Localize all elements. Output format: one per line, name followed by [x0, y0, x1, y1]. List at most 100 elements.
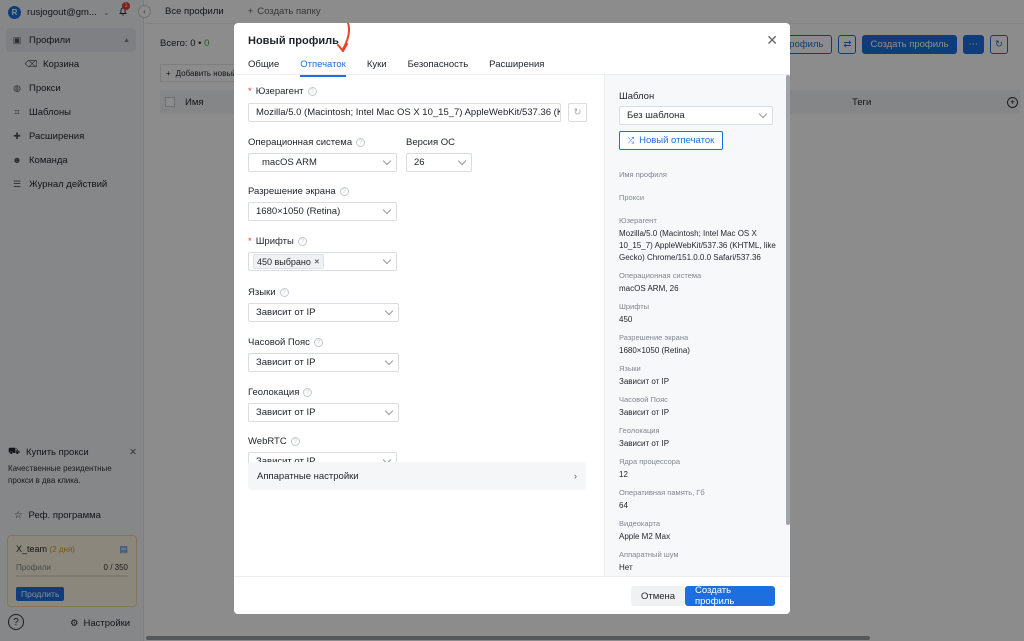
geolocation-label-text: Геолокация: [248, 387, 300, 398]
chevron-down-icon: [382, 205, 392, 215]
os-version-select[interactable]: 26: [406, 153, 472, 172]
summary-value: 64: [619, 501, 628, 510]
profile-summary-panel: Шаблон Без шаблона ⤮ Новый отпечаток Имя…: [604, 75, 790, 614]
chevron-down-icon: [758, 109, 768, 119]
fonts-label: * Шрифты?: [248, 236, 588, 247]
webrtc-label: WebRTC?: [248, 436, 588, 447]
summary-value: 1680×1050 (Retina): [619, 346, 690, 355]
modal-footer: Отмена Создать профиль: [234, 576, 790, 614]
os-value: macOS ARM: [262, 157, 317, 168]
summary-key: Разрешение экрана: [619, 333, 689, 342]
languages-label-text: Языки: [248, 287, 276, 298]
summary-value: Зависит от IP: [619, 377, 670, 386]
help-icon[interactable]: ?: [297, 237, 307, 246]
geolocation-value: Зависит от IP: [256, 407, 316, 418]
timezone-select[interactable]: Зависит от IP: [248, 353, 399, 372]
help-icon[interactable]: ?: [356, 138, 366, 147]
new-fingerprint-button[interactable]: ⤮ Новый отпечаток: [619, 131, 723, 150]
chevron-down-icon: [384, 406, 394, 416]
summary-value: Mozilla/5.0 (Macintosh; Intel Mac OS X 1…: [619, 229, 776, 262]
summary-key: Оперативная память, Гб: [619, 488, 705, 497]
chevron-down-icon: [382, 156, 392, 166]
summary-key: Часовой Пояс: [619, 395, 668, 404]
summary-key: Юзерагент: [619, 216, 657, 225]
cancel-button[interactable]: Отмена: [631, 586, 686, 606]
os-label: Операционная система?: [248, 137, 397, 148]
refresh-icon[interactable]: ↻: [568, 103, 587, 122]
modal-tabs: Общие Отпечаток Куки Безопасность Расшир…: [248, 55, 565, 77]
tab-fingerprint[interactable]: Отпечаток: [300, 55, 346, 77]
tab-security[interactable]: Безопасность: [408, 55, 469, 74]
useragent-input[interactable]: Mozilla/5.0 (Macintosh; Intel Mac OS X 1…: [248, 103, 561, 122]
tab-cookies[interactable]: Куки: [367, 55, 387, 74]
hardware-settings-label: Аппаратные настройки: [257, 470, 359, 482]
fonts-select[interactable]: 450 выбрано ✕: [248, 252, 397, 271]
help-icon[interactable]: ?: [290, 437, 300, 446]
summary-key: Геолокация: [619, 426, 660, 435]
geolocation-select[interactable]: Зависит от IP: [248, 403, 399, 422]
summary-key: Аппаратный шум: [619, 550, 679, 559]
close-icon[interactable]: ✕: [766, 32, 778, 49]
create-profile-submit-button[interactable]: Создать профиль: [685, 585, 775, 607]
summary-key: Видеокарта: [619, 519, 661, 528]
panel-scrollbar[interactable]: [786, 75, 790, 525]
languages-label: Языки?: [248, 287, 588, 298]
chevron-down-icon: [384, 356, 394, 366]
summary-key: Шрифты: [619, 302, 650, 311]
help-icon[interactable]: ?: [339, 187, 349, 196]
fonts-label-text: Шрифты: [255, 236, 294, 247]
annotation-arrow-icon: [337, 23, 351, 52]
summary-key: Прокси: [619, 193, 645, 202]
fonts-tag: 450 выбрано ✕: [253, 254, 324, 269]
useragent-label: * Юзерагент?: [248, 86, 588, 97]
summary-key: Языки: [619, 364, 641, 373]
summary-spacer: [619, 180, 779, 187]
template-value: Без шаблона: [627, 110, 685, 121]
help-icon[interactable]: ?: [313, 338, 323, 347]
fingerprint-form: * Юзерагент? Mozilla/5.0 (Macintosh; Inte…: [248, 86, 588, 471]
summary-list: Имя профиля Прокси Юзерагент Mozilla/5.0 (M…: [619, 164, 779, 614]
os-version-label-text: Версия ОС: [406, 137, 455, 148]
summary-value: 450: [619, 315, 633, 324]
os-label-text: Операционная система: [248, 137, 353, 148]
os-select[interactable]: macOS ARM: [248, 153, 397, 172]
template-label: Шаблон: [619, 91, 655, 102]
tab-extensions[interactable]: Расширения: [489, 55, 544, 74]
os-version-label: Версия ОС: [406, 137, 472, 148]
useragent-label-text: Юзерагент: [255, 86, 304, 97]
modal-title: Новый профиль: [248, 35, 339, 47]
chevron-down-icon: [457, 156, 467, 166]
help-icon[interactable]: ?: [307, 87, 317, 96]
chevron-down-icon: [384, 306, 394, 316]
screen-resolution-select[interactable]: 1680×1050 (Retina): [248, 202, 397, 221]
screen-label: Разрешение экрана?: [248, 186, 588, 197]
summary-spacer: [619, 203, 779, 210]
new-profile-modal: Новый профиль ✕ Общие Отпечаток Куки Без…: [234, 23, 790, 614]
shuffle-icon: ⤮: [627, 135, 635, 145]
os-version-value: 26: [414, 157, 425, 168]
webrtc-label-text: WebRTC: [248, 436, 287, 447]
summary-value: Нет: [619, 563, 633, 572]
hardware-settings-expander[interactable]: Аппаратные настройки ›: [248, 462, 586, 490]
summary-value: Apple M2 Max: [619, 532, 671, 541]
summary-key: Имя профиля: [619, 170, 667, 179]
timezone-label: Часовой Пояс?: [248, 337, 588, 348]
summary-key: Ядра процессора: [619, 457, 681, 466]
tab-general[interactable]: Общие: [248, 55, 279, 74]
help-icon[interactable]: ?: [303, 388, 313, 397]
chevron-right-icon: ›: [573, 470, 577, 482]
summary-value: Зависит от IP: [619, 408, 670, 417]
summary-value: Зависит от IP: [619, 439, 670, 448]
timezone-label-text: Часовой Пояс: [248, 337, 310, 348]
summary-value: 12: [619, 470, 628, 479]
summary-key: Операционная система: [619, 271, 702, 280]
fonts-tag-label: 450 выбрано: [257, 256, 311, 267]
languages-select[interactable]: Зависит от IP: [248, 303, 399, 322]
summary-value: macOS ARM, 26: [619, 284, 679, 293]
screen-value: 1680×1050 (Retina): [256, 206, 341, 217]
help-icon[interactable]: ?: [279, 288, 289, 297]
geolocation-label: Геолокация?: [248, 387, 588, 398]
close-icon[interactable]: ✕: [314, 258, 320, 266]
new-fingerprint-label: Новый отпечаток: [639, 135, 715, 146]
template-select[interactable]: Без шаблона: [619, 106, 773, 125]
